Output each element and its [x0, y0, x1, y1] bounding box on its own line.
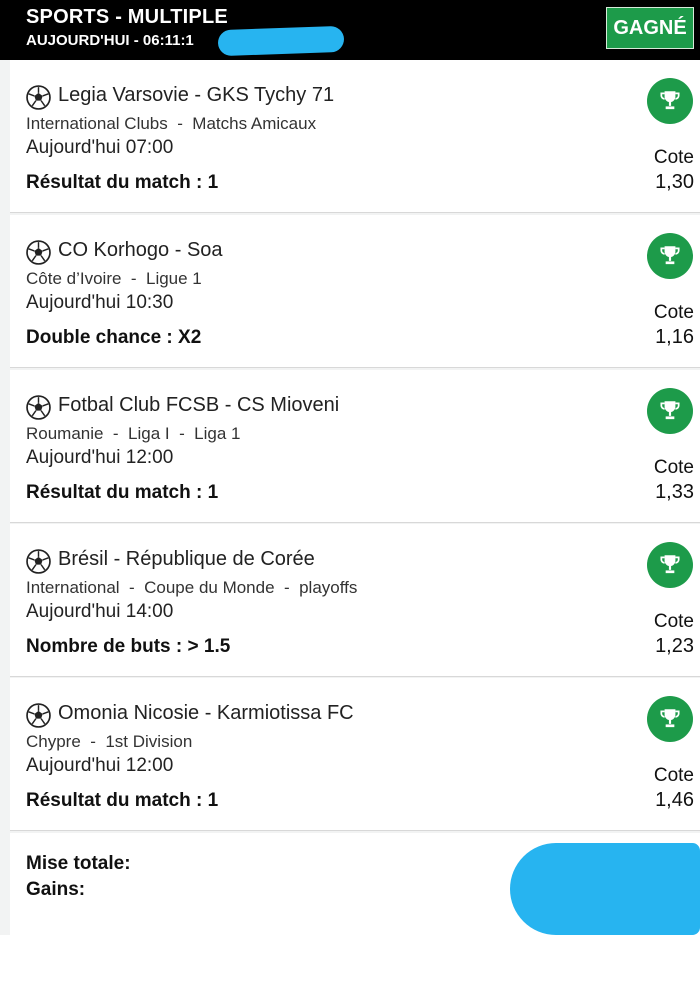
match-name: Legia Varsovie - GKS Tychy 71: [58, 84, 335, 106]
odds-label: Cote: [653, 302, 694, 323]
odds-value: 1,16: [655, 326, 694, 348]
bet-selection: Résultat du match : 1: [26, 482, 219, 503]
page-bottom: [0, 935, 700, 1000]
bet-list: Legia Varsovie - GKS Tychy 71 Internatio…: [0, 60, 700, 935]
odds-value: 1,46: [655, 789, 694, 811]
match-name: Omonia Nicosie - Karmiotissa FC: [58, 702, 354, 724]
odds-label: Cote: [653, 457, 694, 478]
league-name: Côte d’Ivoire - Ligue 1: [26, 269, 202, 288]
bet-card[interactable]: Omonia Nicosie - Karmiotissa FC Chypre -…: [10, 678, 700, 831]
football-icon: [26, 703, 51, 728]
football-icon: [26, 240, 51, 265]
trophy-icon: [647, 696, 693, 742]
trophy-icon: [647, 233, 693, 279]
football-icon: [26, 395, 51, 420]
match-name: Fotbal Club FCSB - CS Mioveni: [58, 394, 340, 416]
bet-card[interactable]: Fotbal Club FCSB - CS Mioveni Roumanie -…: [10, 370, 700, 523]
gains-label: Gains:: [26, 879, 86, 900]
odds-value: 1,23: [655, 635, 694, 657]
odds-value: 1,33: [655, 481, 694, 503]
odds-label: Cote: [653, 765, 694, 786]
bet-card[interactable]: Legia Varsovie - GKS Tychy 71 Internatio…: [10, 60, 700, 213]
match-name: CO Korhogo - Soa: [58, 239, 223, 261]
odds-value: 1,30: [655, 171, 694, 193]
redaction-mark: [510, 843, 700, 935]
match-time: Aujourd'hui 07:00: [26, 137, 174, 158]
redaction-mark: [217, 25, 345, 57]
ticket-header: SPORTS - MULTIPLE AUJOURD'HUI - 06:11:1 …: [0, 0, 700, 60]
ticket-title: SPORTS - MULTIPLE: [26, 6, 228, 28]
match-time: Aujourd'hui 12:00: [26, 447, 174, 468]
ticket-summary: Mise totale: Gains:: [10, 833, 700, 935]
odds-label: Cote: [653, 147, 694, 168]
trophy-icon: [647, 78, 693, 124]
bet-selection: Résultat du match : 1: [26, 790, 219, 811]
bet-card[interactable]: CO Korhogo - Soa Côte d’Ivoire - Ligue 1…: [10, 215, 700, 368]
match-time: Aujourd'hui 10:30: [26, 292, 174, 313]
status-badge: GAGNÉ: [606, 7, 694, 49]
trophy-icon: [647, 542, 693, 588]
bet-selection: Double chance : X2: [26, 327, 202, 348]
league-name: Roumanie - Liga I - Liga 1: [26, 424, 241, 443]
match-time: Aujourd'hui 12:00: [26, 755, 174, 776]
ticket-datetime: AUJOURD'HUI - 06:11:1: [26, 32, 194, 49]
football-icon: [26, 85, 51, 110]
league-name: International Clubs - Matchs Amicaux: [26, 114, 317, 133]
total-stake-label: Mise totale:: [26, 853, 131, 874]
league-name: Chypre - 1st Division: [26, 732, 193, 751]
match-name: Brésil - République de Corée: [58, 548, 315, 570]
bet-selection: Nombre de buts : > 1.5: [26, 636, 231, 657]
odds-label: Cote: [653, 611, 694, 632]
league-name: International - Coupe du Monde - playoff…: [26, 578, 358, 597]
bet-selection: Résultat du match : 1: [26, 172, 219, 193]
match-time: Aujourd'hui 14:00: [26, 601, 174, 622]
football-icon: [26, 549, 51, 574]
bet-card[interactable]: Brésil - République de Corée Internation…: [10, 524, 700, 677]
trophy-icon: [647, 388, 693, 434]
